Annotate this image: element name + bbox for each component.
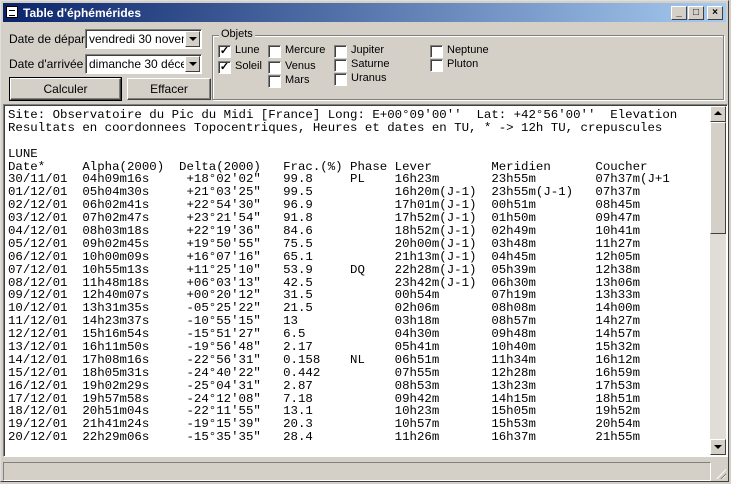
result-line: 07/12/01 10h55m13s +11°25'10" 53.9 DQ 22… bbox=[8, 262, 641, 277]
scroll-thumb[interactable] bbox=[710, 122, 726, 234]
checkmark-icon[interactable]: ✓ bbox=[218, 61, 231, 74]
result-line: LUNE bbox=[8, 146, 38, 161]
calculer-button[interactable]: Calculer bbox=[9, 77, 122, 101]
checkbox-label: Mercure bbox=[285, 44, 326, 56]
date-depart-value: vendredi 30 novembre bbox=[89, 32, 184, 46]
scroll-up-icon[interactable] bbox=[710, 106, 726, 122]
maximize-button[interactable]: □ bbox=[688, 6, 704, 20]
result-line bbox=[8, 135, 709, 148]
date-depart-select[interactable]: vendredi 30 novembre bbox=[85, 29, 202, 49]
effacer-button[interactable]: Effacer bbox=[127, 78, 211, 100]
checkbox-label: Venus bbox=[285, 60, 316, 72]
checkbox-label: Jupiter bbox=[351, 44, 385, 56]
result-line: 13/12/01 16h11m50s -19°56'48" 2.17 05h41… bbox=[8, 340, 641, 355]
close-button[interactable]: × bbox=[707, 6, 723, 20]
result-line: 05/12/01 09h02m45s +19°50'55" 75.5 20h00… bbox=[8, 236, 641, 251]
result-line: Resultats en coordonnees Topocentriques,… bbox=[8, 120, 663, 135]
result-line: 06/12/01 10h00m09s +16°07'16" 65.1 21h13… bbox=[8, 249, 641, 264]
checkbox-label: Uranus bbox=[351, 72, 387, 84]
ephemeris-window: Table d'éphémérides _ □ × Date de départ… bbox=[0, 0, 729, 482]
checkbox-label: Lune bbox=[235, 44, 260, 56]
vertical-scrollbar[interactable] bbox=[710, 106, 726, 455]
result-line: Site: Observatoire du Pic du Midi [Franc… bbox=[8, 109, 678, 122]
date-arrivee-label: Date d'arrivée bbox=[9, 57, 84, 71]
result-line: 20/12/01 22h29m06s -15°35'35" 28.4 11h26… bbox=[8, 430, 641, 445]
checkbox-label: Soleil bbox=[235, 60, 262, 72]
status-bar bbox=[3, 462, 728, 481]
checkbox-label: Neptune bbox=[447, 44, 489, 56]
date-arrivee-value: dimanche 30 décembre bbox=[89, 57, 184, 71]
chevron-down-icon[interactable] bbox=[185, 31, 200, 47]
date-arrivee-select[interactable]: dimanche 30 décembre bbox=[85, 54, 202, 74]
resize-grip-icon[interactable] bbox=[714, 467, 728, 481]
checkmark-icon[interactable]: ✓ bbox=[218, 45, 231, 58]
minimize-button[interactable]: _ bbox=[671, 6, 687, 20]
chevron-down-icon[interactable] bbox=[185, 56, 200, 72]
checkbox-label: Mars bbox=[285, 74, 310, 86]
checkbox-label: Pluton bbox=[447, 58, 479, 70]
date-depart-label: Date de départ bbox=[9, 32, 89, 46]
scroll-down-icon[interactable] bbox=[710, 439, 726, 455]
status-panel bbox=[3, 462, 711, 481]
objets-legend: Objets bbox=[219, 28, 255, 40]
results-text[interactable]: Site: Observatoire du Pic du Midi [Franc… bbox=[8, 109, 709, 456]
title-bar[interactable]: Table d'éphémérides _ □ × bbox=[3, 3, 726, 22]
result-line: 14/12/01 17h08m16s -22°56'31" 0.158 NL 0… bbox=[8, 352, 641, 367]
app-icon bbox=[6, 6, 18, 18]
result-line: 15/12/01 18h05m31s -24°40'22" 0.442 07h5… bbox=[8, 365, 641, 380]
results-textarea[interactable]: Site: Observatoire du Pic du Midi [Franc… bbox=[3, 104, 728, 457]
checkbox-label: Saturne bbox=[351, 58, 390, 70]
window-title: Table d'éphémérides bbox=[23, 6, 142, 20]
result-line: 16/12/01 19h02m29s -25°04'31" 2.87 08h53… bbox=[8, 378, 641, 393]
result-line: 04/12/01 08h03m18s +22°19'36" 84.6 18h52… bbox=[8, 224, 641, 239]
